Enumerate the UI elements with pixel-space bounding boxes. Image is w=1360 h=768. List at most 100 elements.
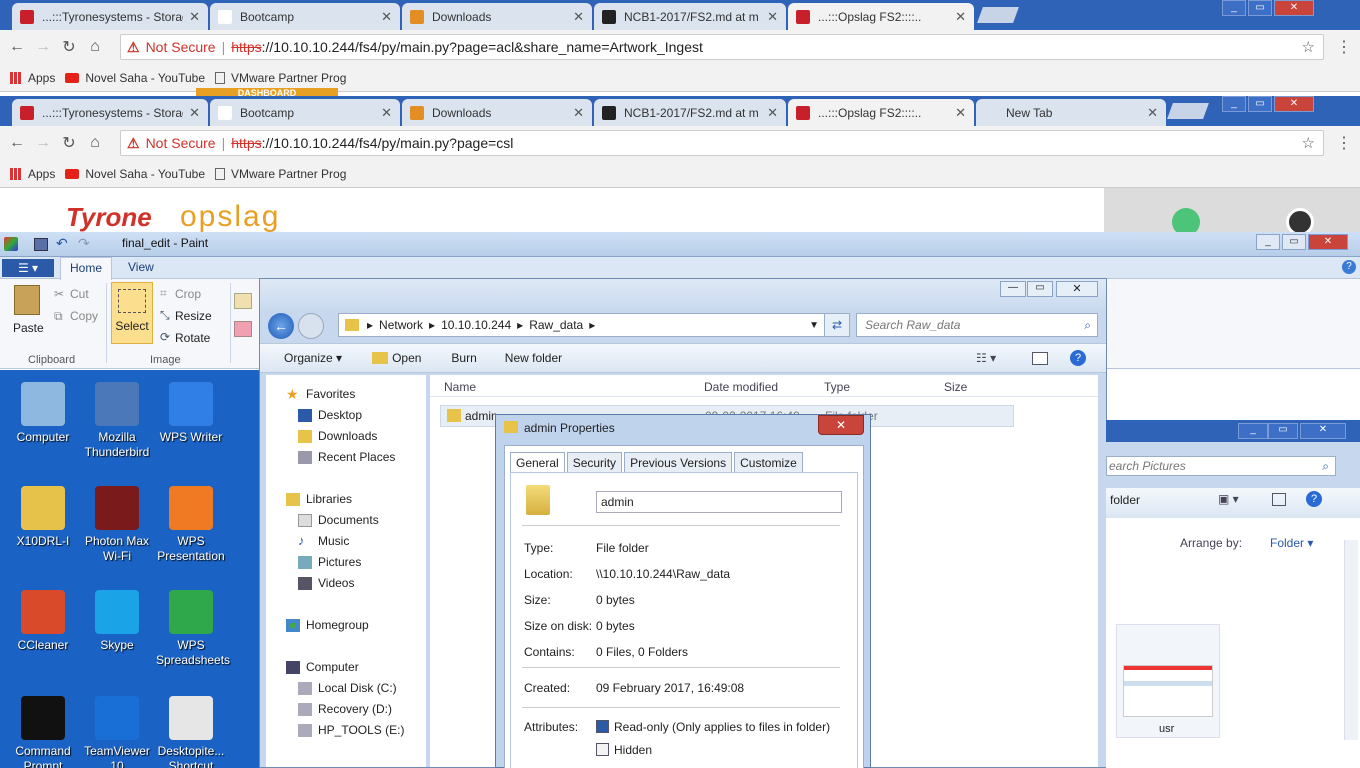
redo-icon[interactable]: ↷ <box>78 235 90 252</box>
browser-tab[interactable]: Bootcamp ✕ <box>210 3 400 30</box>
address-dropdown-icon[interactable]: ▼ <box>809 320 819 331</box>
reload-icon[interactable]: ↻ <box>56 37 82 57</box>
tab-close-icon[interactable]: ✕ <box>381 9 392 25</box>
sidebar-item-recovery[interactable]: Recovery (D:) <box>298 702 392 716</box>
save-icon[interactable] <box>34 238 48 251</box>
folder-name-input[interactable]: admin <box>596 491 842 513</box>
address-bar[interactable]: ⚠ Not Secure | https ://10.10.10.244/fs4… <box>120 34 1324 60</box>
desktop-icon[interactable]: Command Prompt <box>8 696 78 768</box>
back-button[interactable]: ← <box>268 313 294 339</box>
sidebar-item-pictures[interactable]: Pictures <box>298 555 361 569</box>
forward-button[interactable] <box>298 313 324 339</box>
breadcrumb-raw-data[interactable]: Raw_data <box>529 318 583 332</box>
copy-label[interactable]: Copy <box>70 309 98 323</box>
column-size[interactable]: Size <box>944 380 967 394</box>
close-button[interactable]: ✕ <box>1300 423 1346 439</box>
menu-icon[interactable]: ⋮ <box>1336 37 1352 57</box>
browser-tab[interactable]: ...:::Opslag FS2::::.. ✕ <box>788 99 974 126</box>
browser-tab[interactable]: ...:::Opslag FS2::::.. ✕ <box>788 3 974 30</box>
organize-button[interactable]: Organize ▾ <box>284 351 342 365</box>
home-icon[interactable]: ⌂ <box>82 38 108 56</box>
maximize-button[interactable]: ▭ <box>1268 423 1298 439</box>
minimize-button[interactable]: _ <box>1256 234 1280 250</box>
resize-label[interactable]: Resize <box>175 309 212 323</box>
bookmark-vmware[interactable]: VMware Partner Prog <box>231 71 346 85</box>
file-menu-button[interactable]: ☰ ▾ <box>2 259 54 277</box>
sidebar-libraries[interactable]: Libraries <box>286 492 352 506</box>
breadcrumb-host[interactable]: 10.10.10.244 <box>441 318 511 332</box>
tab-close-icon[interactable]: ✕ <box>1147 105 1158 121</box>
dialog-tab[interactable]: General <box>510 452 565 474</box>
desktop-icon[interactable]: Computer <box>8 382 78 445</box>
bookmark-youtube[interactable]: Novel Saha - YouTube <box>85 167 205 181</box>
tab-close-icon[interactable]: ✕ <box>955 105 966 121</box>
column-date-modified[interactable]: Date modified <box>704 380 778 394</box>
browser-tab[interactable]: New Tab ✕ <box>976 99 1166 126</box>
minimize-button-2[interactable]: _ <box>1222 96 1246 112</box>
column-name[interactable]: Name <box>444 380 476 394</box>
desktop-icon[interactable]: CCleaner <box>8 590 78 653</box>
star-icon[interactable]: ☆ <box>1302 134 1315 152</box>
eraser-icon[interactable] <box>234 321 252 337</box>
column-type[interactable]: Type <box>824 380 850 394</box>
reload-icon[interactable]: ↻ <box>56 133 82 153</box>
bookmark-youtube[interactable]: Novel Saha - YouTube <box>85 71 205 85</box>
address-bar-2[interactable]: ⚠ Not Secure | https ://10.10.10.244/fs4… <box>120 130 1324 156</box>
desktop-icon[interactable]: Photon Max Wi-Fi <box>82 486 152 564</box>
close-button[interactable]: ✕ <box>1274 0 1314 16</box>
thumbnail-usr[interactable]: usr <box>1116 624 1220 738</box>
desktop-icon[interactable]: X10DRL-I <box>8 486 78 549</box>
explorer-address-bar[interactable]: ▸ Network ▸ 10.10.10.244 ▸ Raw_data ▸ ▼ <box>338 313 826 337</box>
browser-tab[interactable]: Downloads ✕ <box>402 99 592 126</box>
scrollbar[interactable] <box>1344 540 1358 740</box>
maximize-button[interactable]: ▭ <box>1282 234 1306 250</box>
rotate-label[interactable]: Rotate <box>175 331 210 345</box>
open-button[interactable]: Open <box>392 351 421 365</box>
crop-label[interactable]: Crop <box>175 287 201 301</box>
breadcrumb-network[interactable]: Network <box>379 318 423 332</box>
tab-close-icon[interactable]: ✕ <box>573 105 584 121</box>
sidebar-favorites[interactable]: ★ Favorites <box>286 387 355 402</box>
apps-link[interactable]: Apps <box>28 167 55 181</box>
browser-tab[interactable]: Bootcamp ✕ <box>210 99 400 126</box>
dialog-tab[interactable]: Customize <box>734 452 803 474</box>
pencil-icon[interactable] <box>234 293 252 309</box>
desktop-icon[interactable]: WPS Presentation <box>156 486 226 564</box>
sidebar-item-downloads[interactable]: Downloads <box>298 429 377 443</box>
dialog-close-button[interactable]: ✕ <box>818 415 864 435</box>
view-options-icon[interactable]: ☷ ▾ <box>976 351 996 365</box>
maximize-button-2[interactable]: ▭ <box>1248 96 1272 112</box>
paste-icon[interactable] <box>14 285 40 315</box>
select-button[interactable]: Select <box>111 282 153 344</box>
forward-icon[interactable]: → <box>30 38 56 56</box>
star-icon[interactable]: ☆ <box>1302 38 1315 56</box>
new-folder-button[interactable]: New folder <box>505 351 562 365</box>
minimize-button[interactable]: _ <box>1222 0 1246 16</box>
browser-tab[interactable]: ...:::Tyronesystems - Storag ✕ <box>12 3 208 30</box>
refresh-icon[interactable]: ⇄ <box>824 313 850 337</box>
sidebar-item-documents[interactable]: Documents <box>298 513 379 527</box>
new-tab-button[interactable] <box>977 7 1019 23</box>
preview-pane-icon[interactable] <box>1272 493 1286 506</box>
readonly-checkbox[interactable] <box>596 720 609 733</box>
sidebar-computer[interactable]: Computer <box>286 660 359 674</box>
tab-close-icon[interactable]: ✕ <box>573 9 584 25</box>
forward-icon[interactable]: → <box>30 134 56 152</box>
tab-close-icon[interactable]: ✕ <box>381 105 392 121</box>
tab-close-icon[interactable]: ✕ <box>767 9 778 25</box>
tab-close-icon[interactable]: ✕ <box>189 9 200 25</box>
sidebar-item-recent-places[interactable]: Recent Places <box>298 450 395 464</box>
help-icon[interactable]: ? <box>1342 260 1356 274</box>
maximize-button[interactable]: ▭ <box>1248 0 1272 16</box>
sidebar-item-videos[interactable]: Videos <box>298 576 354 590</box>
maximize-button[interactable]: ▭ <box>1027 281 1053 297</box>
hidden-checkbox[interactable] <box>596 743 609 756</box>
paste-label[interactable]: Paste <box>13 321 44 335</box>
dialog-tab[interactable]: Previous Versions <box>624 452 733 474</box>
sidebar-homegroup[interactable]: Homegroup <box>286 618 369 632</box>
browser-tab[interactable]: ...:::Tyronesystems - Storag ✕ <box>12 99 208 126</box>
minimize-button[interactable]: — <box>1000 281 1026 297</box>
minimize-button[interactable]: _ <box>1238 423 1268 439</box>
desktop-icon[interactable]: WPS Spreadsheets <box>156 590 230 668</box>
menu-icon[interactable]: ⋮ <box>1336 133 1352 153</box>
